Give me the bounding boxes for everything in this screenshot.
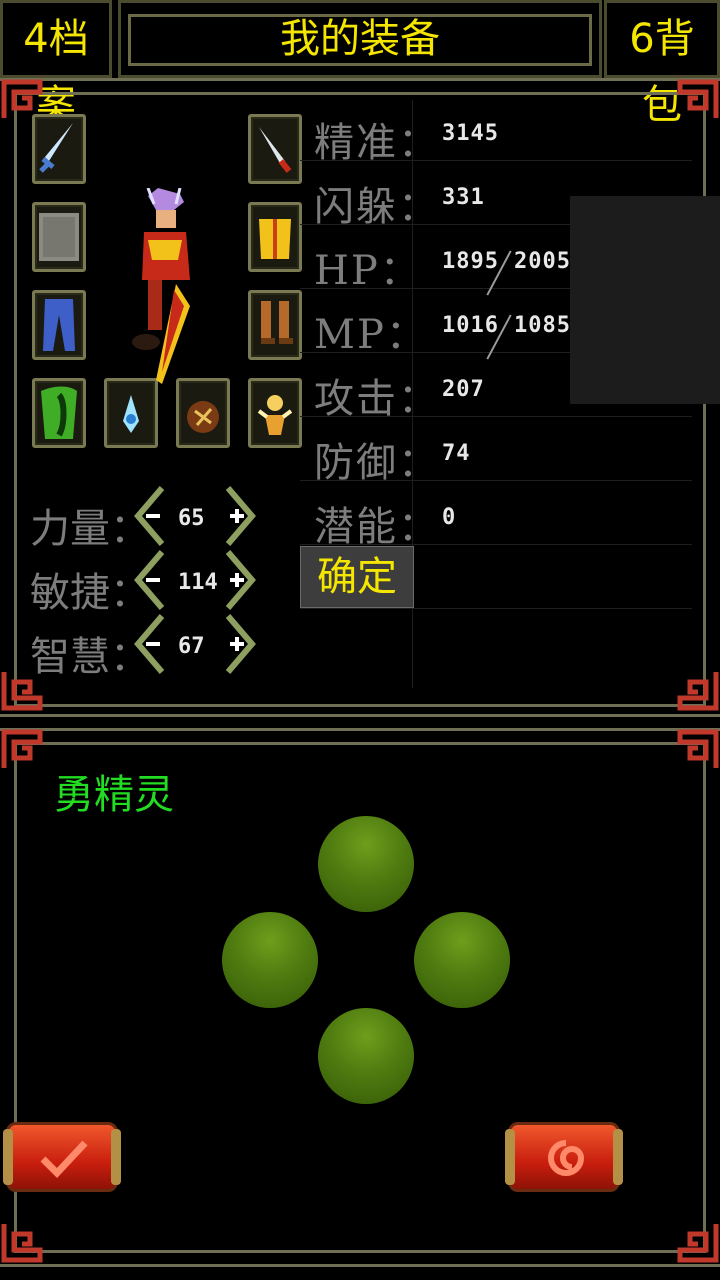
attr-value-agility: 114: [178, 570, 218, 595]
equip-slot-pants[interactable]: [32, 290, 86, 360]
stat-label-accuracy: 精准：: [314, 120, 440, 166]
attr-label-agility: 敏捷：: [30, 570, 150, 616]
equip-slot-armor[interactable]: [248, 202, 302, 272]
stone-icon: [39, 213, 79, 261]
top-bar: 4档案 我的装备 6背包: [0, 0, 720, 128]
character-sprite-icon: [132, 188, 190, 384]
stat-label-defense: 防御：: [314, 440, 440, 486]
plus-wisdom-button[interactable]: [226, 614, 256, 674]
frame-inner-bottom: [14, 704, 706, 707]
swirl-icon: [548, 1140, 585, 1176]
stat-label-hp: HP：: [314, 248, 422, 294]
stat-label-attack: 攻击：: [314, 376, 440, 422]
page-title: 我的装备: [280, 16, 440, 62]
pants-icon: [43, 299, 75, 351]
cancel-back-button[interactable]: [505, 1122, 623, 1192]
corner-ornament-icon: [1, 1224, 43, 1263]
minus-strength-button[interactable]: [134, 486, 164, 546]
dpad-right-button[interactable]: [414, 912, 510, 1008]
check-icon: [40, 1140, 88, 1179]
sword-icon: [39, 123, 73, 173]
stat-label-dodge: 闪躲：: [314, 184, 440, 230]
plus-strength-button[interactable]: [226, 486, 256, 546]
attr-value-strength: 65: [178, 506, 205, 531]
stat-label-mp: MP：: [314, 312, 428, 358]
armor-icon: [259, 219, 291, 259]
confirm-check-button[interactable]: [3, 1122, 121, 1192]
dpad-down-button[interactable]: [318, 1008, 414, 1104]
stat-value-dodge: 331: [442, 185, 485, 210]
bag-icon: [187, 401, 219, 433]
lower-frame-inner-top: [14, 742, 706, 745]
row-divider: [300, 608, 692, 609]
stat-value-accuracy: 3145: [442, 121, 499, 146]
dpad-left-button[interactable]: [222, 912, 318, 1008]
stat-value-potential: 0: [442, 505, 457, 530]
knife-icon: [259, 127, 292, 173]
plus-agility-button[interactable]: [226, 550, 256, 610]
equip-slot-bag[interactable]: [176, 378, 230, 448]
attr-label-strength: 力量：: [30, 506, 150, 552]
dpad-up-button[interactable]: [318, 816, 414, 912]
equip-slot-weapon[interactable]: [32, 114, 86, 184]
equip-slot-pet[interactable]: [248, 378, 302, 448]
lower-frame-bottom: [0, 1264, 720, 1267]
attr-value-wisdom: 67: [178, 634, 205, 659]
frame-top-line: [0, 78, 720, 81]
tab-archive[interactable]: 4档案: [6, 6, 106, 128]
stat-value-defense: 74: [442, 441, 471, 466]
frame-inner-top: [14, 92, 706, 95]
crystal-icon: [123, 395, 139, 433]
overlay-panel: [570, 196, 720, 404]
corner-ornament-icon: [677, 729, 719, 768]
spirit-name: 勇精灵: [54, 772, 174, 818]
attr-label-wisdom: 智慧：: [30, 634, 150, 680]
equip-slot-knife[interactable]: [248, 114, 302, 184]
minus-wisdom-button[interactable]: [134, 614, 164, 674]
frame-inner-left: [14, 92, 17, 706]
equip-slot-cloak[interactable]: [32, 378, 86, 448]
tab-bag[interactable]: 6背包: [612, 6, 712, 128]
stat-value-attack: 207: [442, 377, 485, 402]
pet-icon: [257, 395, 293, 435]
corner-ornament-icon: [677, 1224, 719, 1263]
stat-label-potential: 潜能：: [314, 504, 440, 550]
confirm-button[interactable]: 确定: [300, 546, 414, 608]
stat-max-hp: 2005: [514, 249, 571, 274]
lower-frame-inner-bottom: [14, 1250, 706, 1253]
lower-frame-inner-right: [703, 742, 706, 1252]
cloak-icon: [41, 386, 77, 439]
equip-slot-boots[interactable]: [248, 290, 302, 360]
stat-value-hp: 1895: [442, 249, 499, 274]
equip-slot-crystal[interactable]: [104, 378, 158, 448]
lower-frame-top: [0, 728, 720, 731]
stat-max-mp: 1085: [514, 313, 571, 338]
corner-ornament-icon: [1, 729, 43, 768]
frame-bottom-line: [0, 714, 720, 717]
equip-slot-stone[interactable]: [32, 202, 86, 272]
boots-icon: [261, 301, 293, 344]
minus-agility-button[interactable]: [134, 550, 164, 610]
stat-value-mp: 1016: [442, 313, 499, 338]
